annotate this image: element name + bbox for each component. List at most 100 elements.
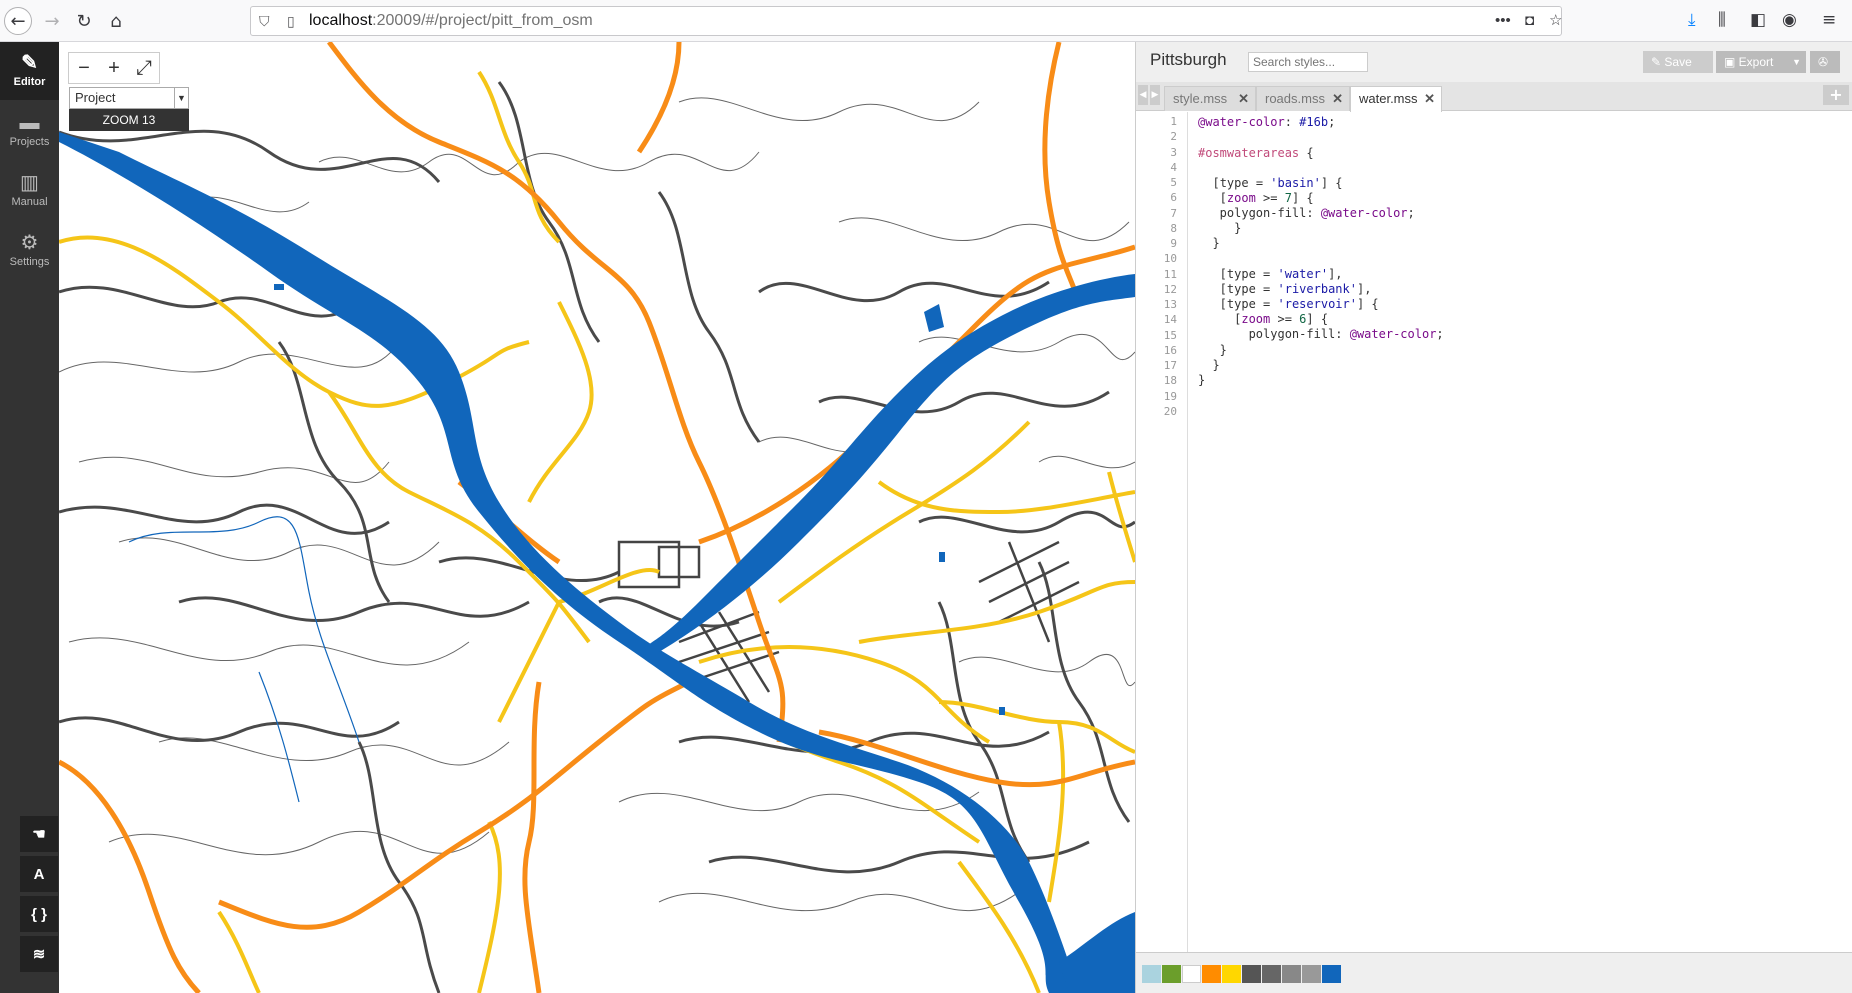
code-line: #osmwaterareas { bbox=[1198, 146, 1314, 160]
more-actions-icon[interactable]: ••• bbox=[1495, 7, 1511, 35]
code-tool-button[interactable]: { } bbox=[20, 896, 58, 932]
close-icon[interactable]: ✕ bbox=[1424, 87, 1435, 111]
layer-select[interactable]: Project ▼ bbox=[69, 87, 189, 109]
sidebar-item-manual[interactable]: ▥ Manual bbox=[0, 162, 59, 220]
shield-icon: ⛉ bbox=[259, 13, 270, 29]
forward-button[interactable]: → bbox=[38, 7, 66, 35]
code-line: [type = 'reservoir'] { bbox=[1198, 297, 1379, 311]
line-number: 6 bbox=[1170, 191, 1177, 205]
sidebar-item-label: Manual bbox=[11, 196, 48, 208]
sidebar-item-projects[interactable]: ▬ Projects bbox=[0, 102, 59, 160]
map-canvas[interactable] bbox=[59, 42, 1135, 993]
zoom-in-button[interactable]: + bbox=[99, 53, 129, 83]
line-number: 18 bbox=[1163, 374, 1177, 388]
chevron-down-icon: ▼ bbox=[1792, 57, 1801, 67]
color-swatch[interactable] bbox=[1142, 965, 1161, 983]
color-swatch[interactable] bbox=[1242, 965, 1261, 983]
style-editor: Pittsburgh ✎ Save ▣ Export ▼ ✇ ◀ ▶ style.… bbox=[1135, 42, 1852, 993]
fullscreen-button[interactable]: ⤢ bbox=[129, 53, 159, 83]
line-number: 8 bbox=[1170, 221, 1177, 235]
layers-tool-button[interactable]: ≋ bbox=[20, 936, 58, 972]
line-number: 11 bbox=[1163, 267, 1177, 281]
line-number: 10 bbox=[1163, 252, 1177, 266]
code-line: [zoom >= 7] { bbox=[1198, 191, 1314, 205]
color-swatch[interactable] bbox=[1222, 965, 1241, 983]
app-sidebar: ✎ Editor ▬ Projects ▥ Manual ⚙ Settings … bbox=[0, 42, 59, 993]
line-number: 15 bbox=[1163, 328, 1177, 342]
editor-header: Pittsburgh ✎ Save ▣ Export ▼ ✇ bbox=[1136, 42, 1852, 82]
save-label: Save bbox=[1664, 55, 1692, 69]
reload-button[interactable]: ↻ bbox=[70, 7, 98, 35]
code-line: [type = 'riverbank'], bbox=[1198, 282, 1372, 296]
font-tool-button[interactable]: A bbox=[20, 856, 58, 892]
url-bar[interactable]: ⛉ ▯ localhost:20009/#/project/pitt_from_… bbox=[250, 6, 1562, 36]
line-number: 2 bbox=[1170, 130, 1177, 144]
zoom-out-button[interactable]: − bbox=[69, 53, 99, 83]
search-styles-input[interactable] bbox=[1248, 52, 1368, 72]
code-editor[interactable]: 1 2 3 4 5 6 7 8 9 10 11 12 13 14 15 16 17 18 19 20 @water-c… bbox=[1136, 112, 1852, 952]
library-icon[interactable]: ⫼ bbox=[1718, 10, 1726, 30]
url-text: localhost:20009/#/project/pitt_from_osm bbox=[309, 7, 593, 35]
home-button[interactable]: ⌂ bbox=[102, 7, 130, 35]
folder-icon: ▬ bbox=[19, 112, 40, 134]
tab-scroll-right-icon[interactable]: ▶ bbox=[1150, 85, 1160, 105]
book-icon: ▥ bbox=[20, 172, 39, 194]
url-path: :20009/#/project/pitt_from_osm bbox=[372, 12, 593, 29]
code-line: [type = 'basin'] { bbox=[1198, 176, 1343, 190]
code-line: } bbox=[1198, 373, 1206, 387]
settings-button[interactable]: ✇ bbox=[1810, 51, 1840, 73]
bookmark-star-icon[interactable]: ☆ bbox=[1549, 7, 1562, 35]
pencil-icon: ✎ bbox=[21, 52, 38, 74]
browser-toolbar: ← → ↻ ⌂ ⛉ ▯ localhost:20009/#/project/pi… bbox=[0, 0, 1852, 42]
code-line: } bbox=[1198, 358, 1220, 372]
map-view[interactable]: − + ⤢ Project ▼ ZOOM 13 bbox=[59, 42, 1135, 993]
color-swatch[interactable] bbox=[1202, 965, 1221, 983]
close-icon[interactable]: ✕ bbox=[1238, 87, 1249, 111]
export-label: Export bbox=[1738, 55, 1774, 69]
color-swatch[interactable] bbox=[1322, 965, 1341, 983]
line-number: 7 bbox=[1170, 206, 1177, 220]
export-icon: ▣ bbox=[1724, 55, 1739, 69]
line-number: 14 bbox=[1163, 313, 1177, 327]
close-icon[interactable]: ✕ bbox=[1332, 87, 1343, 111]
add-tab-button[interactable]: + bbox=[1823, 85, 1849, 105]
color-swatch[interactable] bbox=[1262, 965, 1281, 983]
line-gutter: 1 2 3 4 5 6 7 8 9 10 11 12 13 14 15 16 17 18 19 20 bbox=[1136, 112, 1188, 952]
tab-water-mss[interactable]: water.mss ✕ bbox=[1350, 86, 1442, 112]
account-icon[interactable]: ◉ bbox=[1782, 10, 1797, 30]
code-line: } bbox=[1198, 221, 1242, 235]
export-button[interactable]: ▣ Export ▼ bbox=[1716, 51, 1806, 73]
sidebar-item-label: Settings bbox=[9, 256, 50, 268]
sidebar-item-editor[interactable]: ✎ Editor bbox=[0, 42, 59, 100]
layer-select-value: Project bbox=[75, 90, 116, 105]
tab-scroll-left-icon[interactable]: ◀ bbox=[1138, 85, 1148, 105]
line-number: 9 bbox=[1170, 237, 1177, 250]
tab-label: style.mss bbox=[1173, 91, 1228, 106]
color-palette bbox=[1136, 952, 1852, 993]
menu-icon[interactable]: ≡ bbox=[1822, 10, 1836, 30]
tab-roads-mss[interactable]: roads.mss ✕ bbox=[1256, 86, 1350, 111]
pocket-icon[interactable]: ◘ bbox=[1525, 7, 1534, 35]
save-button[interactable]: ✎ Save bbox=[1643, 51, 1713, 73]
color-swatch[interactable] bbox=[1302, 965, 1321, 983]
tab-label: water.mss bbox=[1359, 91, 1418, 106]
code-line: polygon-fill: @water-color; bbox=[1198, 206, 1415, 220]
gear-icon: ⚙ bbox=[20, 232, 39, 254]
tabs-bar: ◀ ▶ style.mss ✕ roads.mss ✕ water.mss ✕ + bbox=[1136, 82, 1852, 112]
zoom-level-label: ZOOM 13 bbox=[69, 109, 189, 131]
color-swatch[interactable] bbox=[1282, 965, 1301, 983]
sidebar-toggle-icon[interactable]: ◧ bbox=[1750, 10, 1766, 30]
sidebar-item-settings[interactable]: ⚙ Settings bbox=[0, 222, 59, 280]
hand-tool-button[interactable]: ☚ bbox=[20, 816, 58, 852]
line-number: 19 bbox=[1163, 389, 1177, 403]
download-icon[interactable]: ⤓ bbox=[1688, 10, 1696, 30]
color-swatch[interactable] bbox=[1182, 965, 1201, 983]
line-number: 20 bbox=[1163, 404, 1177, 418]
sidebar-item-label: Editor bbox=[13, 76, 46, 88]
line-number: 17 bbox=[1163, 359, 1177, 372]
pencil-icon: ✎ bbox=[1651, 55, 1665, 69]
layers-icon: ≋ bbox=[32, 946, 46, 963]
back-button[interactable]: ← bbox=[4, 7, 32, 35]
color-swatch[interactable] bbox=[1162, 965, 1181, 983]
tab-style-mss[interactable]: style.mss ✕ bbox=[1164, 86, 1256, 111]
